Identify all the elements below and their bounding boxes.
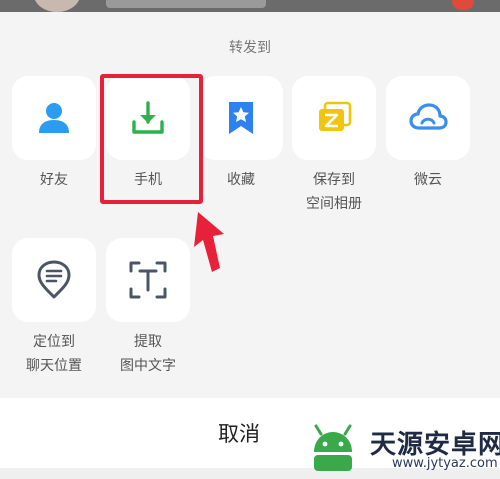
- save-to-album-label-line2: 空间相册: [306, 196, 362, 212]
- watermark: 天源安卓网 www.jytyaz.com: [300, 418, 500, 479]
- weiyun-label: 微云: [414, 172, 442, 188]
- extract-text-label-line1: 提取: [134, 334, 162, 350]
- share-sheet: 转发到 好友 手机 收藏 保存到 空间相册 微云 定位到 聊天位置 提取 图中文…: [0, 12, 500, 398]
- cloud-icon: [409, 103, 448, 130]
- android-logo-icon: [314, 424, 352, 471]
- share-friend-button[interactable]: [12, 76, 96, 160]
- person-icon: [39, 103, 69, 133]
- save-to-album-button[interactable]: [292, 76, 376, 160]
- avatar: [34, 0, 80, 12]
- weiyun-button[interactable]: [386, 76, 470, 160]
- sheet-title: 转发到: [229, 40, 271, 56]
- bookmark-star-icon: [229, 102, 253, 134]
- extract-text-label-line2: 图中文字: [120, 358, 176, 374]
- text-scan-icon: [129, 261, 167, 299]
- background-chat-strip: [0, 0, 500, 12]
- album-icon: [319, 101, 352, 131]
- blurred-message: [106, 0, 266, 8]
- location-message-icon: [37, 260, 71, 299]
- extract-text-button[interactable]: [106, 238, 190, 322]
- unread-badge: [452, 0, 474, 10]
- locate-in-chat-button[interactable]: [12, 238, 96, 322]
- favorite-button[interactable]: [199, 76, 283, 160]
- annotation-highlight-box: [100, 74, 203, 204]
- watermark-url: www.jytyaz.com: [392, 456, 498, 471]
- cancel-label: 取消: [218, 422, 260, 446]
- annotation-arrow-icon: [194, 212, 224, 272]
